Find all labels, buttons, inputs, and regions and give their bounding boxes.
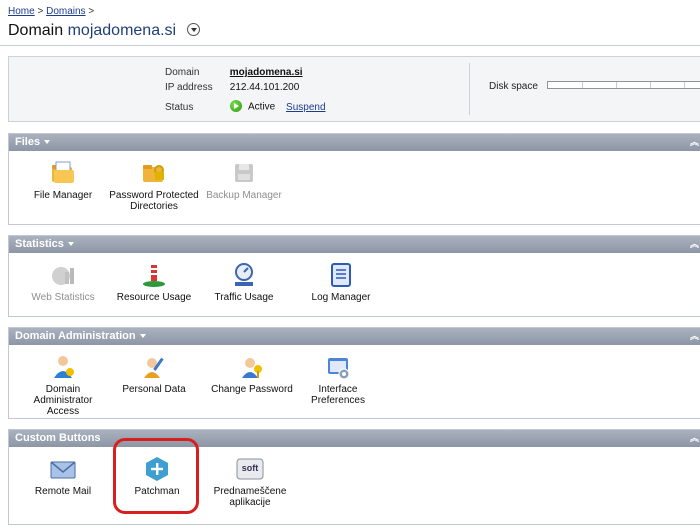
patchman-highlight bbox=[113, 438, 199, 514]
status-row: Status Active Suspend bbox=[165, 100, 326, 113]
mail-icon bbox=[50, 456, 76, 482]
page-title-domain: mojadomena.si bbox=[67, 22, 177, 39]
resource-usage-button[interactable]: Resource Usage bbox=[109, 262, 199, 303]
prednamescene-aplikacije-label: Prednameščene aplikacije bbox=[213, 486, 287, 508]
remote-mail-button[interactable]: Remote Mail bbox=[18, 456, 108, 497]
interface-preferences-label: Interface Preferences bbox=[311, 384, 365, 406]
password-folder-icon bbox=[141, 160, 167, 186]
interface-preferences-icon bbox=[325, 354, 351, 380]
remote-mail-label: Remote Mail bbox=[34, 486, 92, 497]
disk-space-label: Disk space bbox=[489, 81, 538, 92]
suspend-link[interactable]: Suspend bbox=[286, 102, 325, 113]
domain-info-panel: Domain mojadomena.si IP address 212.44.1… bbox=[8, 56, 700, 122]
ip-value: 212.44.101.200 bbox=[229, 82, 300, 93]
domain-row: Domain mojadomena.si bbox=[165, 67, 303, 78]
personal-data-button[interactable]: Personal Data bbox=[109, 354, 199, 395]
collapse-icon[interactable]: ︽ bbox=[690, 430, 699, 447]
prednamescene-aplikacije-button[interactable]: soft Prednameščene aplikacije bbox=[205, 456, 295, 508]
interface-preferences-button[interactable]: Interface Preferences bbox=[293, 354, 383, 406]
status-active-icon bbox=[229, 100, 242, 112]
traffic-usage-button[interactable]: Traffic Usage bbox=[199, 262, 289, 303]
breadcrumb-domains-link[interactable]: Domains bbox=[46, 6, 85, 17]
info-divider bbox=[469, 63, 470, 115]
custom-buttons-section: Custom Buttons ︽ Remote Mail Patchman so… bbox=[8, 429, 700, 525]
resource-usage-label: Resource Usage bbox=[116, 292, 192, 303]
soft-icon: soft bbox=[236, 456, 264, 482]
backup-manager-button[interactable]: Backup Manager bbox=[199, 160, 289, 201]
collapse-icon[interactable]: ︽ bbox=[690, 328, 699, 345]
soft-icon-text: soft bbox=[242, 463, 259, 473]
breadcrumb-home-link[interactable]: Home bbox=[8, 6, 35, 17]
statistics-section-title: Statistics bbox=[15, 238, 64, 250]
chevron-down-icon bbox=[44, 140, 51, 145]
domain-administrator-access-button[interactable]: Domain Administrator Access bbox=[18, 354, 108, 417]
password-protected-directories-label: Password Protected Directories bbox=[109, 190, 199, 212]
disk-space-bar bbox=[547, 81, 700, 89]
traffic-usage-icon bbox=[231, 262, 257, 288]
resource-usage-icon bbox=[141, 262, 167, 288]
password-protected-directories-button[interactable]: Password Protected Directories bbox=[109, 160, 199, 212]
domain-administrator-access-label: Domain Administrator Access bbox=[33, 384, 93, 417]
breadcrumb-separator: > bbox=[37, 6, 44, 17]
page-title: Domain mojadomena.si bbox=[8, 22, 200, 40]
chevron-down-icon[interactable] bbox=[186, 23, 200, 37]
admin-access-icon bbox=[50, 354, 76, 380]
ip-row: IP address 212.44.101.200 bbox=[165, 82, 299, 93]
statistics-section: Statistics ︽ Web Statistics Resource Usa… bbox=[8, 235, 700, 317]
statistics-section-header[interactable]: Statistics ︽ bbox=[9, 236, 700, 253]
breadcrumb-separator: > bbox=[88, 6, 95, 17]
header-divider bbox=[0, 45, 700, 46]
chevron-down-icon bbox=[67, 242, 74, 247]
web-statistics-label: Web Statistics bbox=[31, 292, 95, 303]
custom-buttons-section-header[interactable]: Custom Buttons ︽ bbox=[9, 430, 700, 447]
file-manager-icon bbox=[50, 160, 76, 186]
collapse-icon[interactable]: ︽ bbox=[690, 236, 699, 253]
domain-administration-section-title: Domain Administration bbox=[15, 330, 136, 342]
domain-link[interactable]: mojadomena.si bbox=[230, 67, 303, 78]
web-statistics-icon bbox=[50, 262, 76, 288]
file-manager-label: File Manager bbox=[33, 190, 93, 201]
chevron-down-icon bbox=[139, 334, 146, 339]
files-section: Files ︽ File Manager Password Protected … bbox=[8, 133, 700, 225]
files-section-header[interactable]: Files ︽ bbox=[9, 134, 700, 151]
breadcrumb: Home > Domains > bbox=[8, 6, 94, 17]
change-password-icon bbox=[239, 354, 265, 380]
domain-label: Domain bbox=[165, 67, 200, 78]
domain-administration-section-header[interactable]: Domain Administration ︽ bbox=[9, 328, 700, 345]
log-manager-label: Log Manager bbox=[311, 292, 371, 303]
collapse-icon[interactable]: ︽ bbox=[690, 134, 699, 151]
change-password-label: Change Password bbox=[211, 384, 293, 395]
log-manager-icon bbox=[328, 262, 354, 288]
custom-buttons-section-title: Custom Buttons bbox=[15, 432, 101, 444]
ip-label: IP address bbox=[165, 82, 213, 93]
status-label: Status bbox=[165, 101, 194, 113]
web-statistics-button[interactable]: Web Statistics bbox=[18, 262, 108, 303]
personal-data-label: Personal Data bbox=[122, 384, 186, 395]
personal-data-icon bbox=[141, 354, 167, 380]
page-title-prefix: Domain bbox=[8, 22, 64, 39]
log-manager-button[interactable]: Log Manager bbox=[296, 262, 386, 303]
change-password-button[interactable]: Change Password bbox=[207, 354, 297, 395]
domain-administration-section: Domain Administration ︽ Domain Administr… bbox=[8, 327, 700, 419]
traffic-usage-label: Traffic Usage bbox=[214, 292, 274, 303]
files-section-title: Files bbox=[15, 136, 41, 148]
status-value: Active bbox=[248, 101, 276, 113]
backup-manager-label: Backup Manager bbox=[206, 190, 282, 201]
backup-manager-icon bbox=[231, 160, 257, 186]
file-manager-button[interactable]: File Manager bbox=[18, 160, 108, 201]
